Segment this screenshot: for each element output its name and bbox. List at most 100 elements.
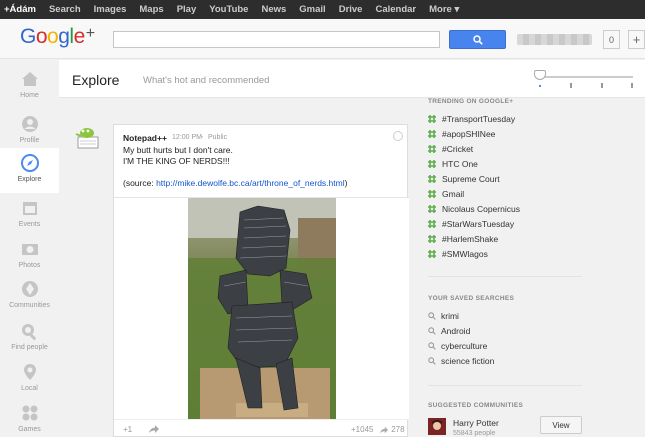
topbar-item-search[interactable]: Search xyxy=(49,4,81,15)
author-avatar[interactable] xyxy=(73,124,103,154)
trending-item[interactable]: #TransportTuesday xyxy=(428,112,515,126)
share-button[interactable]: + xyxy=(628,30,645,49)
nav-item-home[interactable]: Home xyxy=(0,64,59,109)
plus-one-button[interactable]: +1 xyxy=(123,425,132,434)
saved-search-item[interactable]: science fiction xyxy=(428,354,494,368)
trending-item[interactable]: #Cricket xyxy=(428,142,473,156)
stream-volume-handle[interactable] xyxy=(534,70,546,80)
slider-tick xyxy=(631,83,633,88)
post-photo[interactable] xyxy=(188,198,336,420)
topbar-item-maps[interactable]: Maps xyxy=(139,4,163,15)
saved-search-item[interactable]: krimi xyxy=(428,309,459,323)
community-avatar[interactable] xyxy=(428,418,446,435)
post-meta-separator: - xyxy=(201,134,204,141)
google-plus-logo[interactable]: Google+ xyxy=(20,25,95,49)
hashtag-icon xyxy=(428,220,436,228)
topbar-item-calendar[interactable]: Calendar xyxy=(375,4,416,15)
share-arrow-icon xyxy=(380,426,388,434)
hashtag-icon xyxy=(428,160,436,168)
hashtag-icon xyxy=(428,205,436,213)
compass-icon xyxy=(20,154,39,172)
stream-volume-track[interactable] xyxy=(537,76,633,78)
post-source-link[interactable]: http://mike.dewolfe.bc.ca/art/throne_of_… xyxy=(156,178,345,188)
communities-icon xyxy=(21,281,38,297)
user-name-blurred[interactable] xyxy=(517,34,592,45)
nav-item-explore[interactable]: Explore xyxy=(0,148,59,193)
post-text-line-2: I'M THE KING OF NERDS!!! xyxy=(123,156,230,166)
slider-tick xyxy=(601,83,603,88)
trending-item[interactable]: Nicolaus Copernicus xyxy=(428,202,520,216)
search-icon xyxy=(428,357,436,365)
nav-item-communities[interactable]: Communities xyxy=(0,274,59,319)
trending-item[interactable]: Gmail xyxy=(428,187,464,201)
hashtag-icon xyxy=(428,145,436,153)
saved-search-item[interactable]: cyberculture xyxy=(428,339,487,353)
games-icon xyxy=(22,405,37,421)
explore-header: Explore What's hot and recommended xyxy=(59,60,645,98)
left-nav: Home Profile Explore Events Photos Commu… xyxy=(0,60,59,437)
community-member-count: 55843 people xyxy=(453,430,496,437)
trending-item[interactable]: #SMWlagos xyxy=(428,247,488,261)
nav-item-find-people[interactable]: Find people xyxy=(0,316,59,361)
community-name[interactable]: Harry Potter xyxy=(453,418,499,428)
notepad-plus-plus-logo-icon xyxy=(75,128,99,149)
saved-searches-title: YOUR SAVED SEARCHES xyxy=(428,295,515,302)
suggested-communities-title: SUGGESTED COMMUNITIES xyxy=(428,402,524,409)
trending-title: TRENDING ON GOOGLE+ xyxy=(428,98,514,105)
search-icon xyxy=(428,327,436,335)
hashtag-icon xyxy=(428,235,436,243)
nav-item-local[interactable]: Local xyxy=(0,357,59,402)
nav-item-games[interactable]: Games xyxy=(0,398,59,437)
plus-one-count[interactable]: +1045 xyxy=(351,425,373,434)
search-icon xyxy=(472,34,483,45)
nav-item-events[interactable]: Events xyxy=(0,193,59,238)
calendar-icon xyxy=(22,202,37,215)
topbar-item-profile[interactable]: +Ádám xyxy=(4,4,36,15)
notification-count[interactable]: 0 xyxy=(603,30,620,49)
page-subtitle: What's hot and recommended xyxy=(143,75,270,86)
search-icon xyxy=(428,342,436,350)
search-icon xyxy=(428,312,436,320)
post-photo-frame xyxy=(114,197,409,420)
topbar-item-play[interactable]: Play xyxy=(177,4,197,15)
hashtag-icon xyxy=(428,190,436,198)
trending-item[interactable]: #StarWarsTuesday xyxy=(428,217,514,231)
nav-item-photos[interactable]: Photos xyxy=(0,234,59,279)
share-arrow-icon[interactable] xyxy=(148,424,160,434)
post-scope[interactable]: Public xyxy=(208,134,227,141)
find-people-icon xyxy=(21,324,36,341)
pin-icon xyxy=(23,364,36,380)
post-menu-button[interactable] xyxy=(393,131,403,141)
slider-tick xyxy=(539,85,541,87)
home-icon xyxy=(21,72,38,86)
keyboard-throne-photo xyxy=(188,198,336,420)
post-time[interactable]: 12:00 PM xyxy=(172,134,202,141)
topbar-item-news[interactable]: News xyxy=(261,4,286,15)
google-bar: +Ádám Search Images Maps Play YouTube Ne… xyxy=(0,0,645,19)
hashtag-icon xyxy=(428,115,436,123)
trending-item[interactable]: Supreme Court xyxy=(428,172,500,186)
search-input[interactable] xyxy=(113,31,440,48)
topbar-item-images[interactable]: Images xyxy=(94,4,127,15)
header: Google+ 0 + xyxy=(0,19,645,59)
community-view-button[interactable]: View xyxy=(540,416,582,434)
post-author[interactable]: Notepad++ xyxy=(123,133,167,143)
profile-icon xyxy=(21,116,38,132)
divider xyxy=(428,385,582,386)
hashtag-icon xyxy=(428,175,436,183)
harry-potter-avatar-icon xyxy=(428,418,446,435)
topbar-item-youtube[interactable]: YouTube xyxy=(209,4,248,15)
post-card: Notepad++ 12:00 PM - Public My butt hurt… xyxy=(113,124,409,437)
saved-search-item[interactable]: Android xyxy=(428,324,470,338)
share-count[interactable]: 278 xyxy=(379,425,405,434)
trending-item[interactable]: #HarlemShake xyxy=(428,232,498,246)
hashtag-icon xyxy=(428,250,436,258)
slider-tick xyxy=(570,83,572,88)
search-button[interactable] xyxy=(449,30,506,49)
topbar-item-gmail[interactable]: Gmail xyxy=(299,4,325,15)
topbar-item-more[interactable]: More ▾ xyxy=(429,4,459,15)
topbar-item-drive[interactable]: Drive xyxy=(339,4,363,15)
right-sidebar: TRENDING ON GOOGLE+ #TransportTuesday #a… xyxy=(424,98,645,437)
trending-item[interactable]: #apopSHINee xyxy=(428,127,495,141)
trending-item[interactable]: HTC One xyxy=(428,157,478,171)
